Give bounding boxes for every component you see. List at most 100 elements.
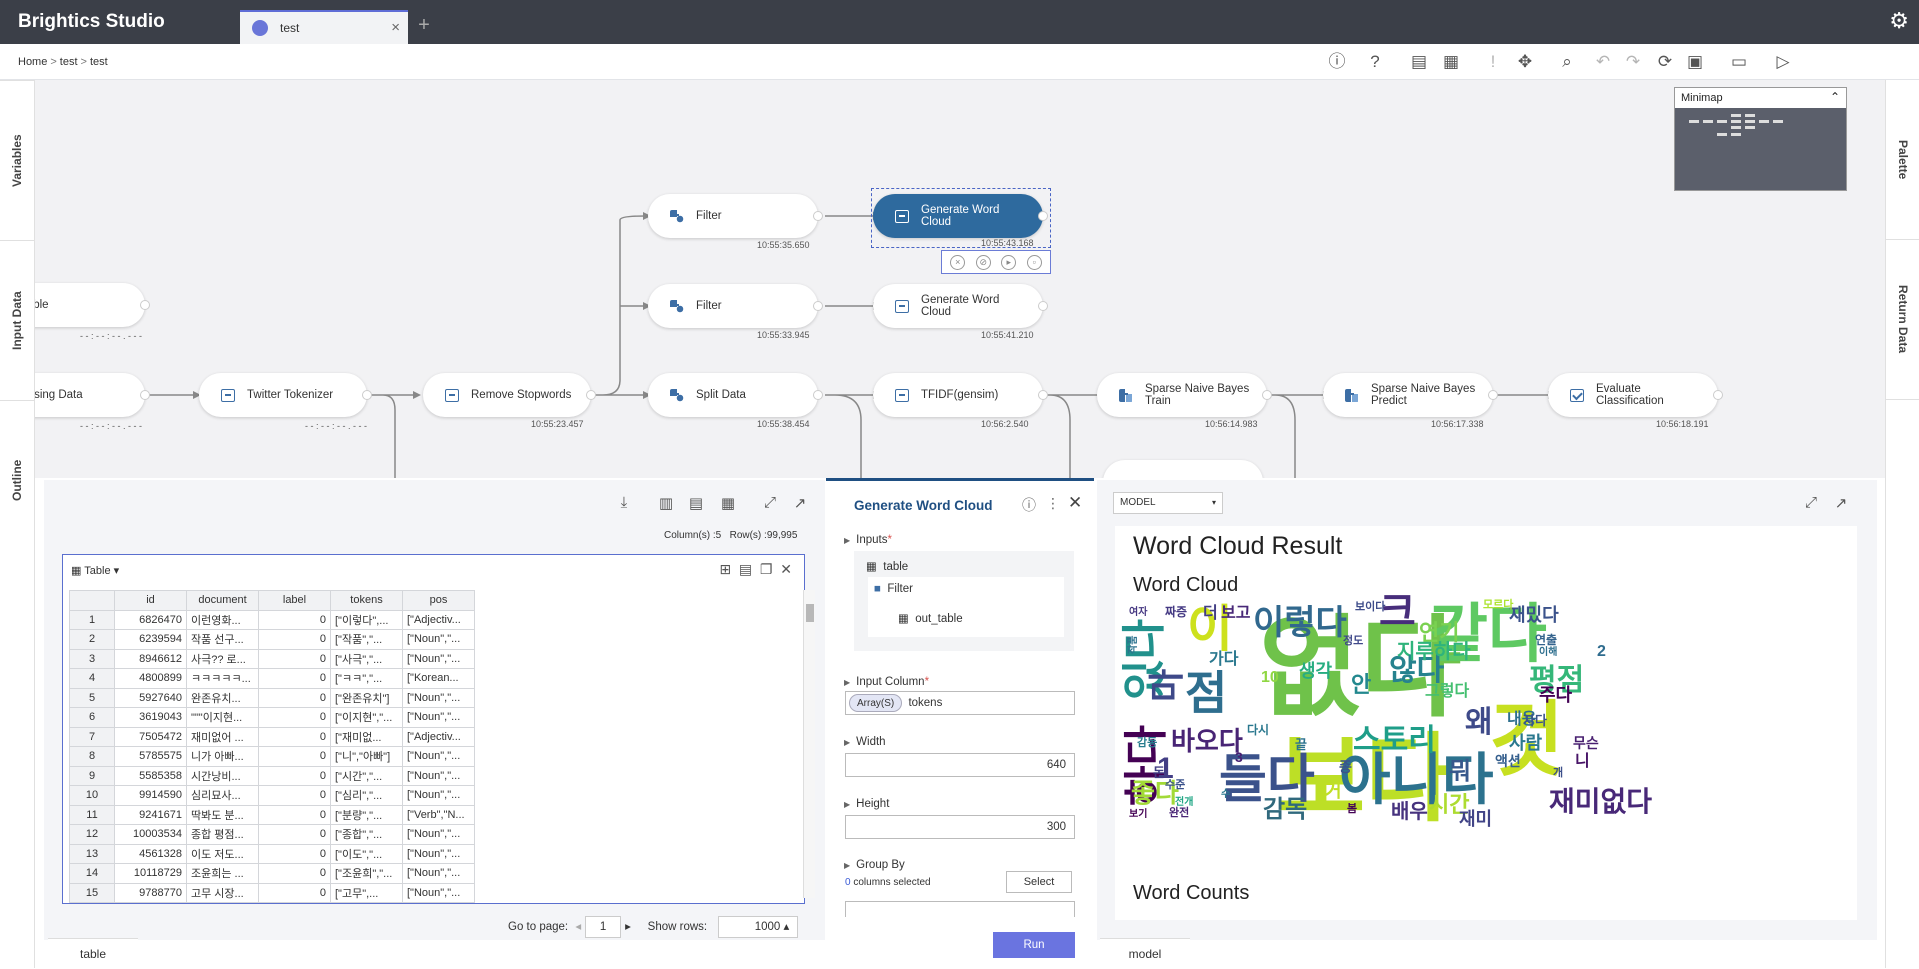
node-delete-missing-data[interactable]: ete Missing Data — [35, 373, 150, 417]
prev-page-icon[interactable]: ◂ — [575, 921, 581, 933]
add-chart-icon[interactable]: ⊞ — [719, 561, 731, 577]
table-row[interactable]: 11 9241671 딱봐도 분... 0 ["분량","... ["Verb","N..… — [69, 804, 475, 825]
table-scrollbar[interactable] — [803, 590, 815, 898]
copy-icon[interactable]: ▫ — [1026, 254, 1042, 270]
table-row[interactable]: 12 10003534 종합 평점... 0 ["종합","... ["Noun","..… — [69, 824, 475, 845]
table-row[interactable]: 10 9914590 심리묘사... 0 ["심리","... ["Noun","... — [69, 785, 475, 806]
redo-icon[interactable]: ↷ — [1622, 51, 1644, 73]
tab-test[interactable]: test × — [240, 10, 408, 44]
table-row[interactable]: 15 9788770 고무 시장... 0 ["고무",... ["Noun","... — [69, 882, 475, 903]
select-columns-button[interactable]: Select — [1006, 871, 1072, 893]
width-section[interactable]: ▶ Width — [844, 736, 886, 748]
result-select[interactable]: MODEL ▾ — [1113, 492, 1223, 514]
tab-return-data[interactable]: Return Data — [1886, 240, 1919, 400]
next-page-icon[interactable]: ▸ — [625, 921, 631, 933]
download-icon[interactable]: ⤓ — [614, 494, 634, 514]
workflow-canvas[interactable]: ofile Table - - : - - : - - . - - - ete … — [35, 80, 1885, 478]
expand-icon[interactable]: ⤢ — [760, 494, 780, 514]
width-field[interactable]: 640 — [845, 753, 1075, 777]
column-header[interactable]: tokens — [330, 590, 403, 611]
node-sparse-naive-bayes-predict[interactable]: Sparse Naive Bayes Predict — [1323, 373, 1498, 417]
close-icon[interactable]: × — [391, 19, 400, 36]
inputs-section[interactable]: ▶ Inputs* — [844, 534, 892, 546]
node-evaluate-classification[interactable]: Evaluate Classification — [1548, 373, 1723, 417]
close-icon[interactable]: ✕ — [780, 561, 792, 577]
node-partial[interactable] — [1103, 460, 1263, 478]
zoom-icon[interactable]: ⌕ — [1556, 51, 1578, 73]
table-row[interactable]: 13 4561328 이도 저도... 0 ["이도","... ["Noun","... — [69, 843, 475, 864]
table-row[interactable]: 8 5785575 니가 아빠... 0 ["니","아빠"] ["Noun","... — [69, 746, 475, 767]
column-header[interactable]: id — [114, 590, 187, 611]
height-section[interactable]: ▶ Height — [844, 798, 889, 810]
tab-palette[interactable]: Palette — [1886, 80, 1919, 240]
cancel-icon[interactable]: × — [950, 254, 966, 270]
tab-input-data[interactable]: Input Data — [0, 240, 34, 400]
breadcrumb-project[interactable]: test — [60, 56, 78, 68]
report-icon[interactable]: ▤ — [1408, 51, 1430, 73]
table-row[interactable]: 5 5927640 완존유치... 0 ["완존유치"] ["Noun","... — [69, 687, 475, 708]
node-generate-word-cloud-selected[interactable]: Generate Word Cloud — [873, 194, 1048, 238]
tab-model[interactable]: model — [1100, 938, 1190, 968]
gear-icon[interactable]: ⚙ — [1889, 8, 1909, 34]
tab-outline[interactable]: Outline — [0, 400, 34, 560]
height-field[interactable]: 300 — [845, 815, 1075, 839]
input-filter[interactable]: ■ Filter — [874, 583, 913, 595]
grid-layout-icon[interactable]: ▦ — [718, 494, 738, 514]
table-row[interactable]: 7 7505472 재미없어 ... 0 ["재미없... ["Adjectiv... — [69, 726, 475, 747]
node-sparse-naive-bayes-train[interactable]: Sparse Naive Bayes Train — [1097, 373, 1272, 417]
run-button[interactable]: Run — [993, 932, 1075, 958]
tab-table[interactable]: table — [48, 938, 138, 968]
disable-icon[interactable]: ⊘ — [975, 254, 991, 270]
column-header[interactable]: pos — [402, 590, 475, 611]
table-row[interactable]: 14 10118729 조윤희는 ... 0 ["조윤희","... ["Noun",".… — [69, 863, 475, 884]
close-icon[interactable]: ✕ — [1068, 493, 1082, 513]
node-profile-table[interactable]: ofile Table — [35, 283, 150, 327]
split-horizontal-icon[interactable]: ▤ — [686, 494, 706, 514]
input-out-table[interactable]: ▦ out_table — [898, 611, 963, 625]
duplicate-icon[interactable]: ❐ — [760, 561, 773, 577]
table-row[interactable]: 3 8946612 사극?? 로... 0 ["사극","... ["Noun","... — [69, 648, 475, 669]
input-column-field[interactable]: Array(S) tokens — [845, 691, 1075, 715]
popout-icon[interactable]: ↗ — [790, 494, 810, 514]
info-icon[interactable]: ⓘ — [1326, 51, 1348, 73]
tab-variables[interactable]: Variables — [0, 80, 34, 240]
columns-icon[interactable]: ▤ — [739, 561, 752, 577]
validate-icon[interactable]: ! — [1482, 51, 1504, 73]
node-generate-word-cloud-2[interactable]: Generate Word Cloud — [873, 284, 1048, 328]
node-filter-2[interactable]: Filter — [648, 284, 823, 328]
node-tfidf-gensim[interactable]: TFIDF(gensim) — [873, 373, 1048, 417]
table-row[interactable]: 6 3619043 """이지현... 0 ["이지현","... ["Noun","..… — [69, 707, 475, 728]
node-twitter-tokenizer[interactable]: Twitter Tokenizer — [199, 373, 372, 417]
minimap[interactable]: Minimap ⌃ — [1674, 87, 1847, 191]
popout-icon[interactable]: ↗ — [1831, 494, 1851, 514]
table-row[interactable]: 2 6239594 작품 선구... 0 ["작품","... ["Noun","... — [69, 629, 475, 650]
refresh-icon[interactable]: ⟳ — [1654, 51, 1676, 73]
move-icon[interactable]: ✥ — [1514, 51, 1536, 73]
page-input[interactable]: 1 — [585, 916, 622, 938]
input-table[interactable]: ▦ table — [866, 559, 908, 573]
help-icon[interactable]: ? — [1364, 51, 1386, 73]
undo-icon[interactable]: ↶ — [1592, 51, 1614, 73]
node-split-data[interactable]: Split Data — [648, 373, 823, 417]
calendar-icon[interactable]: ▭ — [1728, 51, 1750, 73]
input-column-section[interactable]: ▶ Input Column* — [844, 676, 929, 688]
table-row[interactable]: 9 5585358 시간낭비... 0 ["시간","... ["Noun","... — [69, 765, 475, 786]
run-icon[interactable]: ▸ — [1001, 254, 1017, 270]
view-type-select[interactable]: ▦ Table ▾ — [71, 564, 119, 577]
column-header[interactable] — [69, 590, 115, 611]
show-rows-select[interactable]: 1000 ▴ — [718, 916, 799, 938]
expand-icon[interactable]: ⤢ — [1801, 494, 1821, 514]
split-vertical-icon[interactable]: ▥ — [656, 494, 676, 514]
preview-icon[interactable]: ▦ — [1440, 51, 1462, 73]
column-header[interactable]: document — [186, 590, 259, 611]
node-filter-1[interactable]: Filter — [648, 194, 823, 238]
add-tab-button[interactable]: + — [412, 14, 436, 38]
chevron-up-icon[interactable]: ⌃ — [1830, 90, 1840, 104]
breadcrumb-home[interactable]: Home — [18, 56, 47, 68]
clipboard-icon[interactable]: ▣ — [1684, 51, 1706, 73]
node-remove-stopwords[interactable]: Remove Stopwords — [423, 373, 596, 417]
column-header[interactable]: label — [258, 590, 331, 611]
help-icon[interactable]: ⓘ — [1022, 495, 1036, 515]
table-row[interactable]: 4 4800899 ㅋㅋㅋㅋㅋ... 0 ["ㅋㅋ","... ["Korean... — [69, 668, 475, 689]
group-by-field[interactable] — [845, 901, 1075, 917]
